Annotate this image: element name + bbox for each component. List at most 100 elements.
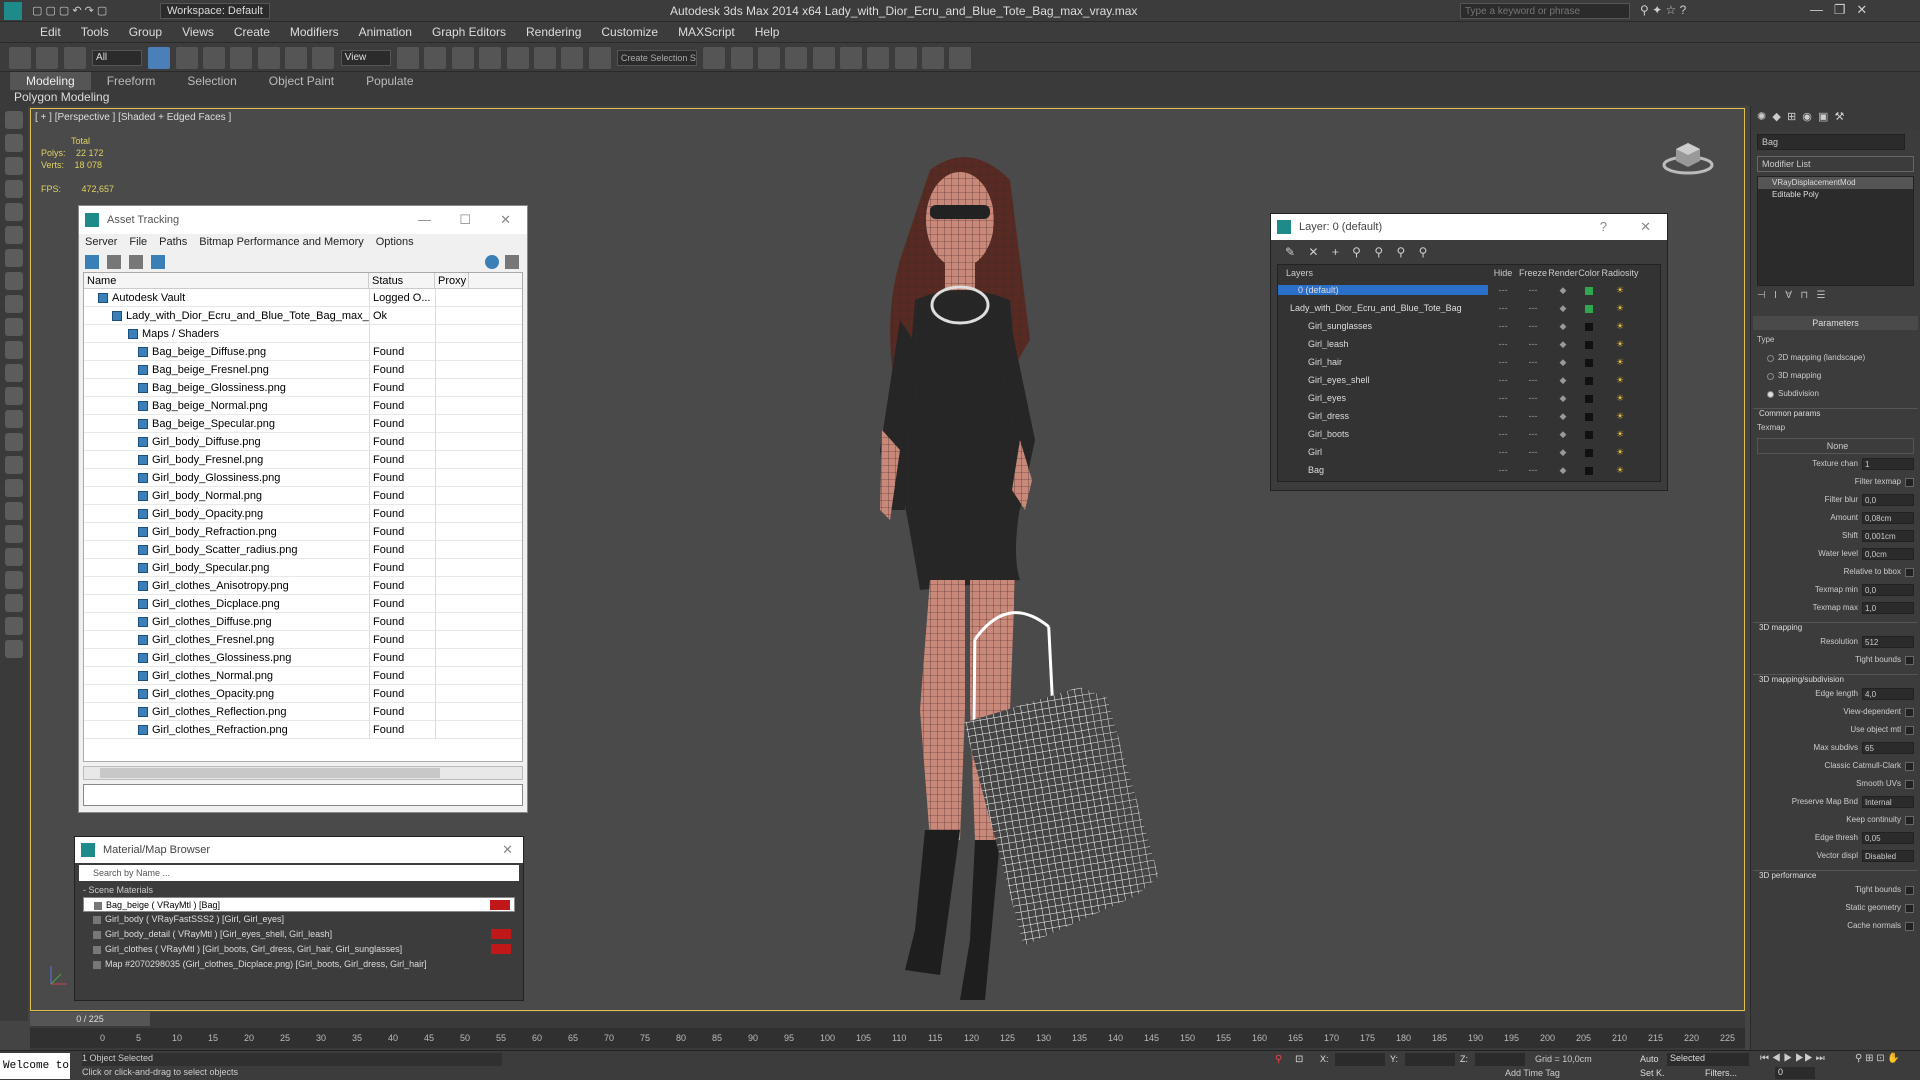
asset-row[interactable]: Girl_body_Fresnel.png Found	[84, 450, 522, 469]
align-icon[interactable]	[730, 47, 753, 69]
asset-row[interactable]: Bag_beige_Glossiness.png Found	[84, 378, 522, 397]
table-view-icon[interactable]	[151, 255, 165, 269]
rotate-icon[interactable]	[285, 47, 308, 69]
menu-maxscript[interactable]: MAXScript	[668, 22, 745, 42]
mirror-icon[interactable]	[703, 47, 726, 69]
select-layer-icon[interactable]: ⚲	[1352, 245, 1361, 259]
param-value[interactable]: 0,0	[1862, 584, 1914, 596]
minimize-icon[interactable]: —	[418, 206, 431, 234]
spinner-snap-icon[interactable]	[561, 47, 584, 69]
render-icon[interactable]	[949, 47, 972, 69]
hide-toggle[interactable]: ---	[1488, 303, 1518, 313]
scene-materials-group[interactable]: - Scene Materials	[75, 883, 523, 897]
asset-row[interactable]: Girl_clothes_Opacity.png Found	[84, 684, 522, 703]
quick-access-icons[interactable]: ▢ ▢ ▢ ↶ ↷ ▢	[32, 4, 107, 17]
pin-stack-icon[interactable]: ⊣	[1757, 290, 1766, 301]
param-value[interactable]: 0,05	[1862, 832, 1914, 844]
hide-toggle[interactable]: ---	[1488, 357, 1518, 367]
layer-color-cell[interactable]	[1578, 303, 1600, 313]
param-value[interactable]: 0,0cm	[1862, 548, 1914, 560]
menu-animation[interactable]: Animation	[349, 22, 422, 42]
keyboard-shortcut-icon[interactable]	[451, 47, 474, 69]
render-teapot-icon[interactable]: ◆	[1548, 393, 1578, 404]
asset-row[interactable]: Lady_with_Dior_Ecru_and_Blue_Tote_Bag_ma…	[84, 306, 522, 325]
freeze-toggle[interactable]: ---	[1518, 339, 1548, 349]
select-by-name-icon[interactable]	[175, 47, 198, 69]
snap-icon[interactable]	[479, 47, 502, 69]
radiosity-icon[interactable]: ☀	[1600, 303, 1640, 314]
col-hide[interactable]: Hide	[1488, 268, 1518, 278]
render-teapot-icon[interactable]: ◆	[1548, 429, 1578, 440]
asset-row[interactable]: Girl_clothes_Diffuse.png Found	[84, 612, 522, 631]
close-icon[interactable]: ✕	[500, 206, 511, 234]
asset-row[interactable]: Girl_clothes_Fresnel.png Found	[84, 630, 522, 649]
layer-row[interactable]: Girl_leash --- --- ◆ ☀	[1278, 335, 1660, 353]
col-freeze[interactable]: Freeze	[1518, 268, 1548, 278]
undo-scene-icon[interactable]	[5, 111, 23, 129]
schematic-icon[interactable]	[839, 47, 862, 69]
ribbon-tab-modeling[interactable]: Modeling	[10, 72, 91, 90]
radiosity-icon[interactable]: ☀	[1600, 339, 1640, 350]
box-icon[interactable]	[5, 295, 23, 313]
col-proxy[interactable]: Proxy R	[435, 273, 469, 288]
asset-row[interactable]: Girl_body_Opacity.png Found	[84, 504, 522, 523]
perf-checkbox[interactable]	[1905, 921, 1914, 931]
percent-snap-icon[interactable]	[533, 47, 556, 69]
asset-row[interactable]: Girl_clothes_Normal.png Found	[84, 666, 522, 685]
render-teapot-icon[interactable]: ◆	[1548, 411, 1578, 422]
texmap-button[interactable]: None	[1757, 438, 1914, 454]
maxscript-listener[interactable]: Welcome to	[0, 1053, 70, 1079]
app-logo-icon[interactable]	[4, 2, 22, 20]
new-layer-icon[interactable]: ✎	[1285, 245, 1295, 259]
character-model[interactable]	[860, 150, 1180, 1010]
param-value[interactable]: Disabled	[1862, 850, 1914, 862]
param-value[interactable]: Internal	[1862, 796, 1914, 808]
grid-icon[interactable]	[5, 157, 23, 175]
light-icon[interactable]	[5, 203, 23, 221]
named-selection-set[interactable]: Create Selection Se	[616, 50, 697, 66]
show-end-result-icon[interactable]: I	[1774, 290, 1777, 301]
viewcube-icon[interactable]	[1662, 131, 1714, 175]
selection-filter-select[interactable]: All	[92, 50, 143, 66]
menu-help[interactable]: Help	[745, 22, 790, 42]
modifier-stack-item[interactable]: VRayDisplacementMod	[1758, 177, 1913, 189]
curve-editor-icon[interactable]	[812, 47, 835, 69]
biped-icon[interactable]	[5, 525, 23, 543]
timeline[interactable]: 0 / 225 0 5 10 15 20 25 30 35 40 45 50 55 60 65 70 75 80…	[30, 1012, 1745, 1050]
auto-key-button[interactable]: Auto	[1640, 1054, 1659, 1064]
ribbon-tab-freeform[interactable]: Freeform	[91, 72, 172, 90]
hide-toggle[interactable]: ---	[1488, 465, 1518, 475]
asset-row[interactable]: Bag_beige_Diffuse.png Found	[84, 342, 522, 361]
add-time-tag[interactable]: Add Time Tag	[1505, 1068, 1560, 1078]
radiosity-icon[interactable]: ☀	[1600, 285, 1640, 296]
perf-checkbox[interactable]	[1905, 885, 1914, 895]
layer-color-cell[interactable]	[1578, 465, 1600, 475]
hide-all-icon[interactable]: ⚲	[1396, 245, 1405, 259]
asset-row[interactable]: Girl_body_Normal.png Found	[84, 486, 522, 505]
y-field[interactable]	[1405, 1053, 1455, 1066]
param-value[interactable]: 0,001cm	[1862, 530, 1914, 542]
angle-snap-icon[interactable]	[506, 47, 529, 69]
type-radio[interactable]: 2D mapping (landscape)	[1757, 350, 1914, 366]
add-to-layer-icon[interactable]: +	[1332, 245, 1339, 259]
material-item[interactable]: Girl_clothes ( VRayMtl ) [Girl_boots, Gi…	[83, 942, 515, 957]
scale-icon[interactable]	[312, 47, 335, 69]
make-unique-icon[interactable]: ∀	[1785, 290, 1792, 301]
cone-icon[interactable]	[5, 341, 23, 359]
layer-row[interactable]: Bag --- --- ◆ ☀	[1278, 461, 1660, 479]
asset-row[interactable]: Girl_body_Scatter_radius.png Found	[84, 540, 522, 559]
z-field[interactable]	[1475, 1053, 1525, 1066]
hide-toggle[interactable]: ---	[1488, 339, 1518, 349]
freeze-toggle[interactable]: ---	[1518, 429, 1548, 439]
shapes-icon[interactable]	[5, 594, 23, 612]
torus-icon[interactable]	[5, 364, 23, 382]
col-status[interactable]: Status	[369, 273, 435, 288]
asset-menu-options[interactable]: Options	[370, 234, 420, 250]
param-checkbox[interactable]	[1905, 477, 1914, 487]
col-radiosity[interactable]: Radiosity	[1600, 268, 1640, 278]
utilities-tab-icon[interactable]: ⚒	[1835, 111, 1845, 123]
param-value[interactable]: 1,0	[1862, 602, 1914, 614]
layer-row[interactable]: Girl_dress --- --- ◆ ☀	[1278, 407, 1660, 425]
layer-row[interactable]: Girl_sunglasses --- --- ◆ ☀	[1278, 317, 1660, 335]
render-teapot-icon[interactable]: ◆	[1548, 339, 1578, 350]
